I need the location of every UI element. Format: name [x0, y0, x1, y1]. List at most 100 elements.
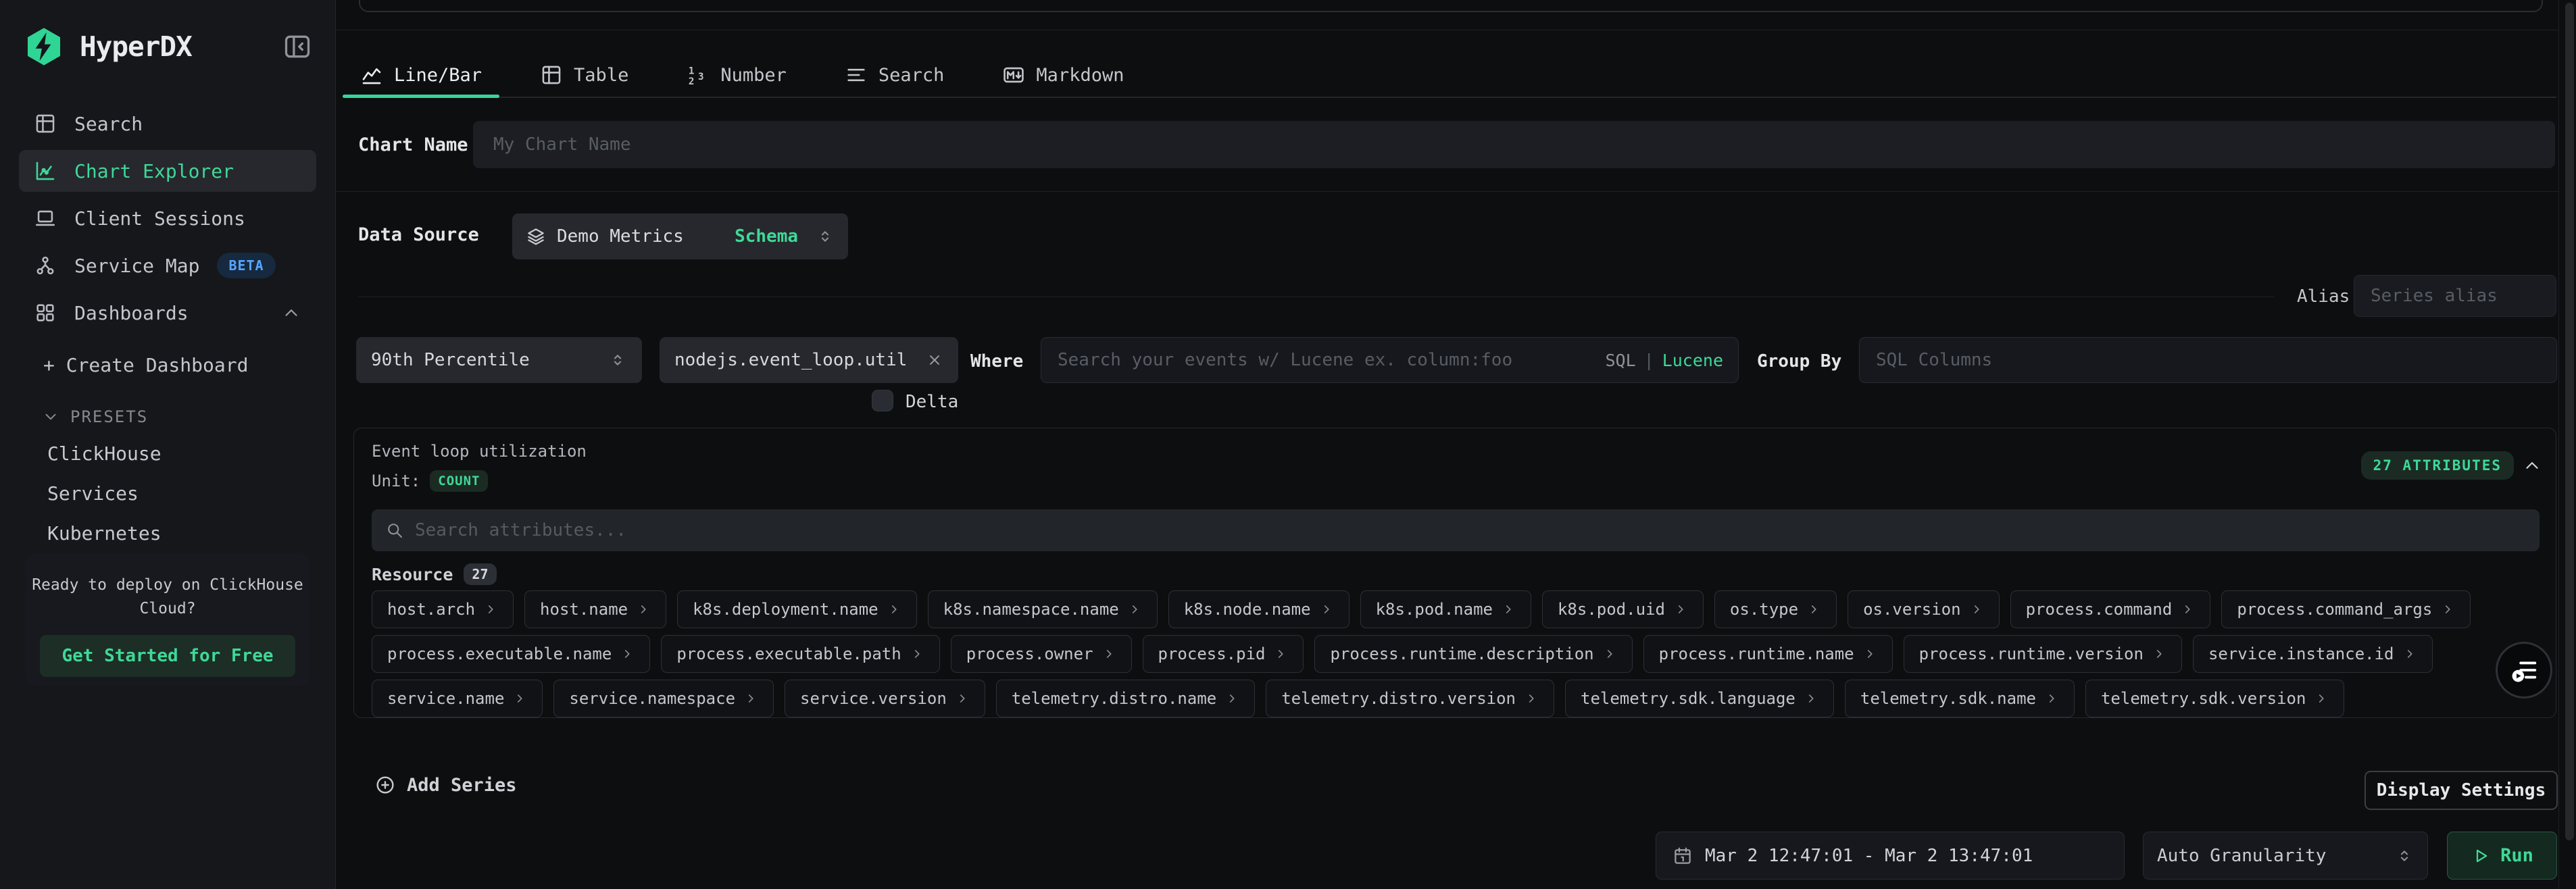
unit-row: Unit: COUNT	[372, 470, 488, 492]
collapse-sidebar-button[interactable]	[282, 32, 312, 61]
attribute-chip[interactable]: service.instance.id	[2193, 635, 2433, 673]
tab-markdown[interactable]: Markdown	[985, 53, 1141, 97]
attributes-count-badge: 27 ATTRIBUTES	[2361, 451, 2514, 480]
sidebar-item-dashboards[interactable]: Dashboards	[19, 292, 316, 334]
schema-link[interactable]: Schema	[735, 226, 798, 247]
app-root: { "colors": { "accent_green": "#3fd897",…	[0, 0, 2576, 889]
chevron-right-icon	[2044, 691, 2059, 706]
vertical-scrollbar[interactable]	[2565, 3, 2574, 840]
group-by-field	[1859, 337, 2557, 383]
data-source-label: Data Source	[358, 224, 479, 245]
content-right-border	[2558, 0, 2559, 889]
attribute-chip[interactable]: telemetry.distro.name	[996, 680, 1255, 717]
updates-widget-button[interactable]	[2496, 642, 2552, 698]
attribute-chip[interactable]: k8s.deployment.name	[677, 590, 917, 628]
calendar-icon	[1673, 846, 1693, 866]
widget-list-play-icon	[2508, 655, 2540, 686]
sidebar-item-search[interactable]: Search	[19, 103, 316, 145]
delta-checkbox[interactable]	[872, 390, 893, 411]
svg-text:1: 1	[689, 66, 695, 77]
time-range-picker[interactable]: Mar 2 12:47:01 - Mar 2 13:47:01	[1656, 832, 2125, 880]
sidebar-item-service-map[interactable]: Service Map BETA	[19, 245, 316, 286]
add-series-button[interactable]: Add Series	[374, 774, 517, 796]
tab-table-icon	[540, 63, 563, 86]
data-source-select[interactable]: Demo Metrics Schema	[512, 213, 848, 259]
chevron-right-icon	[2180, 602, 2195, 617]
attribute-chip[interactable]: process.executable.name	[372, 635, 650, 673]
metric-description: Event loop utilization	[372, 442, 587, 461]
chevron-right-icon	[1224, 691, 1239, 706]
chart-name-input[interactable]	[492, 134, 2536, 155]
preset-item[interactable]: Services	[47, 482, 335, 505]
attribute-chip[interactable]: os.version	[1848, 590, 2000, 628]
display-settings-button[interactable]: Display Settings	[2364, 771, 2558, 810]
alias-input[interactable]	[2369, 285, 2541, 307]
sidebar-item-chart-explorer[interactable]: Chart Explorer	[19, 150, 316, 192]
tab-number-icon: 123	[687, 63, 710, 86]
dashboards-icon	[34, 301, 57, 324]
alias-label: Alias	[2297, 286, 2350, 307]
attribute-chip[interactable]: process.command_args	[2221, 590, 2471, 628]
group-by-input[interactable]	[1875, 349, 2542, 371]
granularity-select[interactable]: Auto Granularity	[2143, 832, 2428, 880]
laptop-icon	[34, 207, 57, 230]
attribute-chips: host.arch host.name k8s.deployment.name …	[372, 590, 2524, 717]
chevron-right-icon	[910, 646, 924, 661]
attribute-chip[interactable]: process.owner	[951, 635, 1132, 673]
attribute-chip[interactable]: service.name	[372, 680, 543, 717]
attribute-chip[interactable]: os.type	[1714, 590, 1837, 628]
previous-panel-edge	[359, 0, 2543, 12]
attribute-chip[interactable]: host.name	[524, 590, 666, 628]
chevron-right-icon	[1501, 602, 1516, 617]
attribute-chip[interactable]: process.executable.path	[661, 635, 939, 673]
attribute-chip[interactable]: service.version	[785, 680, 985, 717]
metric-attributes-panel: Event loop utilization Unit: COUNT 27 AT…	[353, 428, 2556, 718]
attribute-chip[interactable]: k8s.node.name	[1168, 590, 1349, 628]
attribute-chip[interactable]: process.runtime.description	[1314, 635, 1632, 673]
tab-markdown-icon	[1002, 63, 1025, 86]
chevron-down-icon	[42, 408, 59, 426]
tab-line-bar-icon	[360, 63, 383, 86]
collapse-attributes-icon[interactable]	[2522, 455, 2542, 476]
attribute-chip[interactable]: service.namespace	[553, 680, 774, 717]
sql-option[interactable]: SQL	[1605, 351, 1635, 370]
attribute-chip[interactable]: k8s.pod.uid	[1542, 590, 1704, 628]
divider	[336, 191, 2558, 192]
attribute-chip[interactable]: telemetry.sdk.name	[1845, 680, 2075, 717]
attribute-chip[interactable]: telemetry.sdk.version	[2085, 680, 2344, 717]
presets-header[interactable]: PRESETS	[42, 407, 335, 426]
query-language-toggle: SQL | Lucene	[1605, 351, 1723, 370]
create-dashboard-button[interactable]: + Create Dashboard	[43, 354, 248, 376]
run-button[interactable]: Run	[2447, 832, 2557, 880]
resource-group-header: Resource 27	[372, 563, 497, 585]
sidebar-item-client-sessions[interactable]: Client Sessions	[19, 197, 316, 239]
tab-line-bar[interactable]: Line/Bar	[343, 53, 499, 97]
attribute-chip[interactable]: host.arch	[372, 590, 514, 628]
get-started-button[interactable]: Get Started for Free	[40, 635, 295, 677]
aggregation-select[interactable]: 90th Percentile	[356, 337, 642, 383]
chevron-right-icon	[887, 602, 901, 617]
attribute-chip[interactable]: k8s.pod.name	[1360, 590, 1531, 628]
where-search-input[interactable]	[1056, 349, 1595, 371]
attribute-chip[interactable]: k8s.namespace.name	[928, 590, 1158, 628]
chevron-right-icon	[1806, 602, 1821, 617]
attributes-search-input[interactable]	[414, 519, 2526, 541]
lucene-option[interactable]: Lucene	[1662, 351, 1723, 370]
delta-label: Delta	[906, 392, 958, 412]
attribute-chip[interactable]: process.pid	[1143, 635, 1304, 673]
tab-table[interactable]: Table	[522, 53, 646, 97]
preset-item[interactable]: ClickHouse	[47, 442, 335, 465]
chevron-right-icon	[1804, 691, 1818, 706]
attribute-chip[interactable]: process.command	[2010, 590, 2211, 628]
svg-text:2: 2	[689, 76, 695, 86]
attribute-chip[interactable]: telemetry.distro.version	[1266, 680, 1554, 717]
tab-search[interactable]: Search	[827, 53, 962, 97]
attribute-chip[interactable]: process.runtime.name	[1643, 635, 1893, 673]
close-icon[interactable]	[926, 351, 943, 369]
attribute-chip[interactable]: telemetry.sdk.language	[1565, 680, 1834, 717]
unit-label: Unit:	[372, 472, 420, 490]
attribute-chip[interactable]: process.runtime.version	[1904, 635, 2182, 673]
preset-item[interactable]: Kubernetes	[47, 522, 335, 544]
metric-chip[interactable]: nodejs.event_loop.util	[660, 337, 958, 383]
tab-number[interactable]: 123 Number	[669, 53, 804, 97]
